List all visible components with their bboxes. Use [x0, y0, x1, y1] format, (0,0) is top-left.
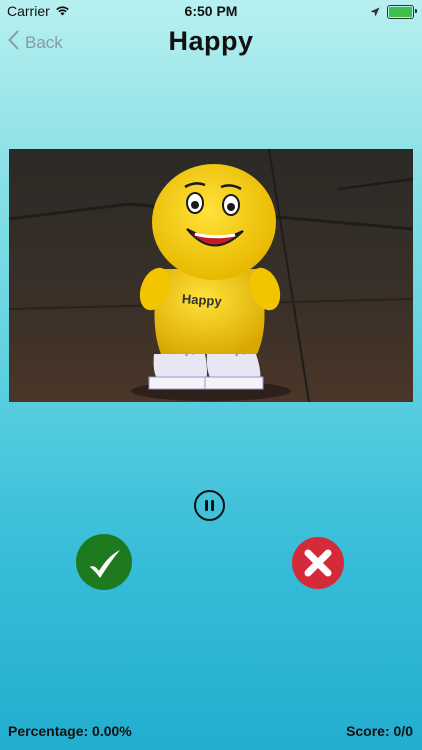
happy-plush-photo: Happy [9, 149, 413, 402]
status-right [370, 4, 417, 20]
pause-icon [205, 500, 208, 511]
toy-label: Happy [181, 291, 222, 309]
score-label: Score: 0/0 [346, 723, 413, 739]
pause-button[interactable] [194, 490, 225, 521]
correct-button[interactable] [76, 534, 132, 590]
status-time: 6:50 PM [184, 3, 238, 19]
battery-icon [387, 5, 417, 19]
page-title: Happy [168, 26, 254, 56]
status-bar: Carrier 6:50 PM [0, 0, 422, 22]
footer: Percentage: 0.00% Score: 0/0 [0, 720, 422, 742]
location-arrow-icon [370, 4, 380, 20]
wrong-button[interactable] [292, 537, 344, 589]
battery-level [389, 7, 412, 17]
x-icon [304, 549, 332, 577]
checkmark-icon [90, 550, 120, 578]
navigation-bar: Back Happy [0, 22, 422, 66]
percentage-label: Percentage: 0.00% [8, 723, 132, 739]
